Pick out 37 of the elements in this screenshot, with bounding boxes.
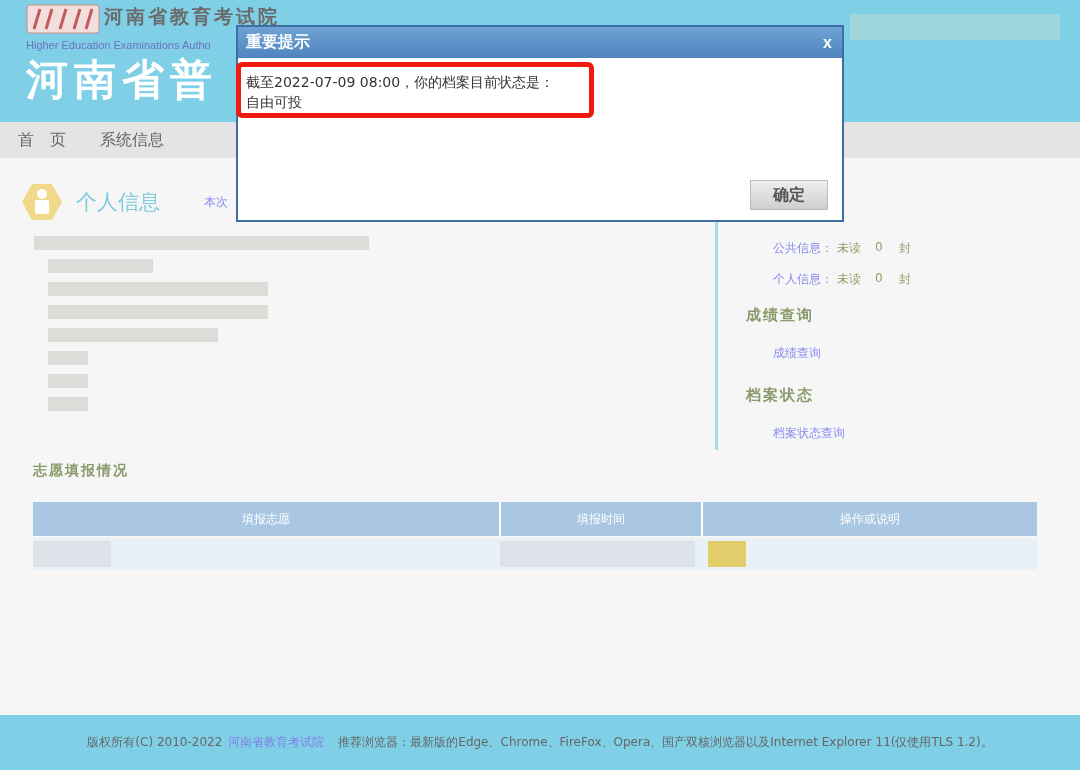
section-title: 志愿填报情况 (33, 462, 130, 480)
ok-button[interactable]: 确定 (750, 180, 828, 210)
site-title: 河南省普 (26, 55, 218, 105)
org-link[interactable]: 河南省教育考试院 (228, 734, 325, 751)
message-status: 未读 (837, 271, 861, 288)
message-link[interactable]: 公共信息： (773, 240, 833, 257)
redacted-block (48, 374, 88, 388)
message-status: 未读 (837, 240, 861, 257)
copyright-text: 版权所有(C) 2010-2022 (87, 734, 223, 751)
side-link[interactable]: 档案状态查询 (773, 425, 845, 442)
person-icon (22, 184, 62, 220)
message-count: 0 (875, 271, 883, 287)
message-link[interactable]: 个人信息： (773, 271, 833, 288)
nav-item[interactable]: 系统信息 (100, 129, 164, 151)
dialog-message: 自由可投 (246, 93, 303, 112)
side-heading: 成绩查询 (746, 306, 814, 325)
side-link[interactable]: 成绩查询 (773, 345, 821, 362)
org-name: 河南省教育考试院 (104, 6, 280, 26)
message-count: 0 (875, 240, 883, 256)
dialog-message: 截至2022-07-09 08:00，你的档案目前状态是： (246, 73, 555, 92)
browser-note: 推荐浏览器：最新版的Edge、Chrome、FireFox、Opera、国产双核浏览器以及Internet Explorer 11(仅使用TLS 1.2)。 (338, 734, 993, 751)
redacted-block (48, 397, 88, 411)
message-unit: 封 (898, 240, 911, 257)
redacted-block (48, 351, 88, 365)
message-unit: 封 (898, 271, 911, 288)
close-button[interactable]: x (821, 33, 834, 52)
logo-icon (26, 4, 100, 34)
column-header: 填报志愿 (33, 502, 501, 536)
side-heading: 档案状态 (746, 386, 814, 405)
nav-item[interactable]: 首 页 (18, 129, 66, 151)
dialog-title: 重要提示 (246, 32, 310, 53)
column-header: 操作或说明 (839, 510, 901, 528)
redacted-block (708, 541, 746, 567)
note-link[interactable]: 本次 (204, 193, 228, 211)
column-header: 填报时间 (501, 502, 703, 536)
org-name-english: Higher Education Examinations Autho (26, 39, 211, 52)
section-title: 个人信息 (76, 189, 160, 216)
